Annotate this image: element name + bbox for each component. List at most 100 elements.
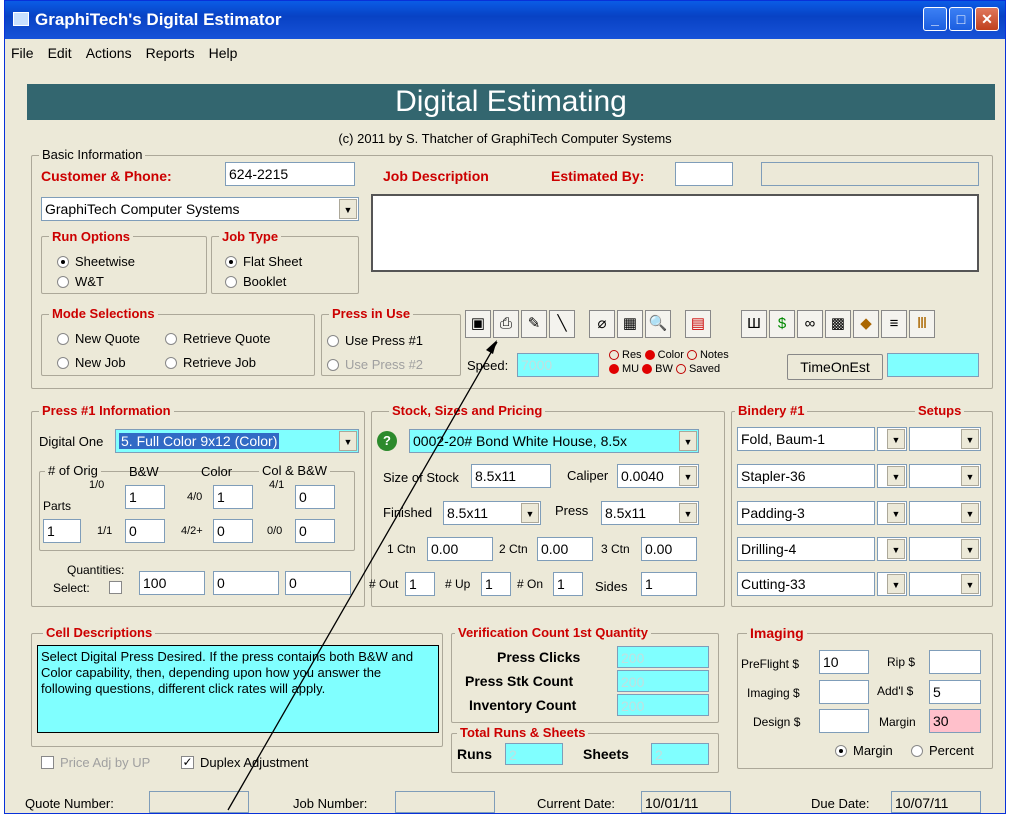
phone-field[interactable]: 624-2215 [225,162,355,186]
menu-edit[interactable]: Edit [48,45,72,61]
size-field[interactable]: 8.5x11 [471,464,551,488]
bindery-item-4[interactable]: Drilling-4 [737,537,875,561]
v00-field[interactable]: 0 [295,519,335,543]
res-indicator-icon [609,350,619,361]
pencil-icon[interactable]: ✎ [521,310,547,338]
v10-field[interactable]: 1 [125,485,165,509]
press-in-use-label: Press in Use [329,307,414,321]
report-icon[interactable]: ▤ [685,310,711,338]
qty2-field[interactable]: 0 [213,571,279,595]
size-label: Size of Stock [383,470,459,485]
check-icon: ✓ [181,755,194,769]
radio-retrieve-job[interactable]: Retrieve Job [165,355,256,370]
radio-wt[interactable]: W&T [57,274,104,289]
customer-select[interactable]: GraphiTech Computer Systems ▼ [41,197,359,221]
ctn1-field[interactable]: 0.00 [427,537,493,561]
bindery-item-3[interactable]: Padding-3 [737,501,875,525]
minimize-button[interactable]: _ [923,7,947,31]
binoculars-icon[interactable]: ∞ [797,310,823,338]
books-icon[interactable]: Ⅲ [909,310,935,338]
press-stk-field: 200 [617,670,709,692]
bindery-5-select[interactable]: ▼ [877,572,907,596]
preflight-field[interactable]: 10 [819,650,869,674]
v11-field[interactable]: 0 [125,519,165,543]
notes-icon[interactable]: ≡ [881,310,907,338]
menu-file[interactable]: File [11,45,34,61]
calculator-icon[interactable]: ▦ [617,310,643,338]
setup-3-select[interactable]: ▼ [909,501,981,525]
v41-field[interactable]: 0 [295,485,335,509]
setup-2-select[interactable]: ▼ [909,464,981,488]
ctn2-field[interactable]: 0.00 [537,537,593,561]
rip-field[interactable] [929,650,981,674]
margin-field[interactable]: 30 [929,709,981,733]
qty3-field[interactable]: 0 [285,571,351,595]
press-clicks-label: Press Clicks [497,649,581,665]
stock-select[interactable]: 0002-20# Bond White House, 8.5x ▼ [409,429,699,453]
addl-field[interactable]: 5 [929,680,981,704]
finished-select[interactable]: 8.5x11 ▼ [443,501,541,525]
up-field[interactable]: 1 [481,572,511,596]
radio-use-press-2[interactable]: Use Press #2 [327,357,423,372]
eraser-icon[interactable]: ◆ [853,310,879,338]
radio-percent[interactable]: Percent [911,743,974,758]
time-field [887,353,979,377]
r41-label: 4/1 [269,479,285,491]
maximize-button[interactable]: □ [949,7,973,31]
menu-help[interactable]: Help [209,45,238,61]
close-button[interactable]: ✕ [975,7,999,31]
press-size-select[interactable]: 8.5x11 ▼ [601,501,699,525]
radio-margin[interactable]: Margin [835,743,893,758]
radio-new-quote[interactable]: New Quote [57,331,140,346]
v40-field[interactable]: 1 [213,485,253,509]
setup-4-select[interactable]: ▼ [909,537,981,561]
calendar-icon[interactable]: ▩ [825,310,851,338]
on-field[interactable]: 1 [553,572,583,596]
radio-dot-icon [57,275,69,288]
v42-field[interactable]: 0 [213,519,253,543]
radio-booklet[interactable]: Booklet [225,274,286,289]
timeonest-button[interactable]: TimeOnEst [787,354,883,380]
bindery-item-5[interactable]: Cutting-33 [737,572,875,596]
preview-icon[interactable]: 🔍 [645,310,671,338]
bindery-item-2[interactable]: Stapler-36 [737,464,875,488]
bindery-item-1[interactable]: Fold, Baum-1 [737,427,875,451]
bindery-3-select[interactable]: ▼ [877,501,907,525]
caliper-select[interactable]: 0.0040 ▼ [617,464,699,488]
line-icon[interactable]: ╲ [549,310,575,338]
job-description-field[interactable] [371,194,979,272]
menu-actions[interactable]: Actions [86,45,132,61]
radio-retrieve-quote[interactable]: Retrieve Quote [165,331,270,346]
due-date-field: 10/07/11 [891,791,981,813]
price-adj-checkbox[interactable]: Price Adj by UP [41,755,150,770]
parts-field[interactable]: 1 [43,519,81,543]
radio-dot-icon [327,358,339,371]
machine-select[interactable]: 5. Full Color 9x12 (Color) ▼ [115,429,359,453]
dollar-icon[interactable]: $ [769,310,795,338]
estimated-by-field[interactable] [675,162,733,186]
printer-icon[interactable]: ⎙ [493,310,519,338]
bindery-4-select[interactable]: ▼ [877,537,907,561]
ctn3-field[interactable]: 0.00 [641,537,697,561]
setup-1-select[interactable]: ▼ [909,427,981,451]
imaging-cost-field[interactable] [819,680,869,704]
radio-margin-label: Margin [853,743,893,758]
duplex-checkbox[interactable]: ✓ Duplex Adjustment [181,755,308,770]
book-icon[interactable]: Ш [741,310,767,338]
design-field[interactable] [819,709,869,733]
sides-field[interactable]: 1 [641,572,697,596]
radio-sheetwise[interactable]: Sheetwise [57,254,135,269]
help-icon[interactable]: ? [377,431,397,451]
qty1-field[interactable]: 100 [139,571,205,595]
save-icon[interactable]: ▣ [465,310,491,338]
select-checkbox[interactable] [109,581,128,594]
radio-flat-sheet[interactable]: Flat Sheet [225,254,302,269]
bindery-2-select[interactable]: ▼ [877,464,907,488]
setup-5-select[interactable]: ▼ [909,572,981,596]
bindery-1-select[interactable]: ▼ [877,427,907,451]
out-field[interactable]: 1 [405,572,435,596]
paperclip-icon[interactable]: ⌀ [589,310,615,338]
menu-reports[interactable]: Reports [146,45,195,61]
radio-new-job[interactable]: New Job [57,355,126,370]
radio-use-press-1[interactable]: Use Press #1 [327,333,423,348]
